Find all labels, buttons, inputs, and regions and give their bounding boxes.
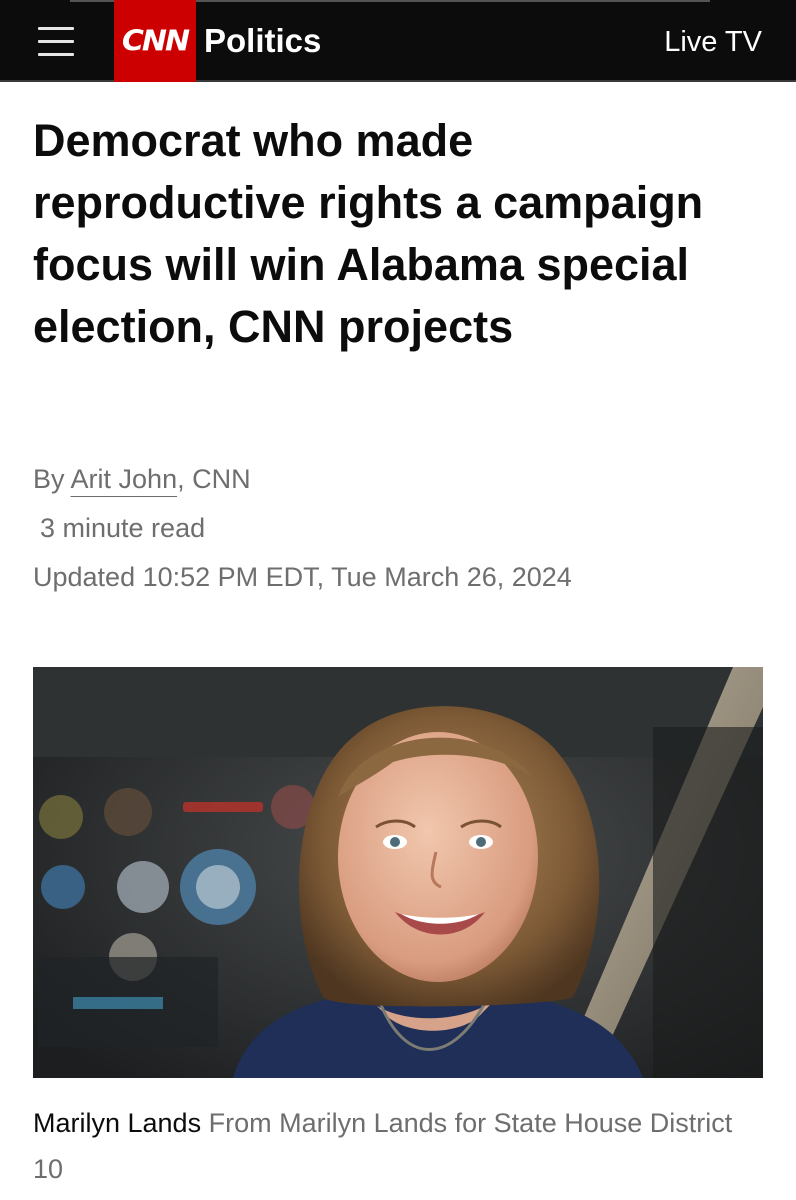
cnn-logo-text: CNN xyxy=(121,24,190,58)
updated-timestamp: Updated 10:52 PM EDT, Tue March 26, 2024 xyxy=(33,562,572,592)
byline: By Arit John, CNN xyxy=(33,464,251,495)
photo-caption: Marilyn Lands From Marilyn Lands for Sta… xyxy=(33,1100,753,1192)
byline-prefix: By xyxy=(33,464,65,494)
cnn-logo[interactable]: CNN xyxy=(114,0,196,82)
read-time: 3 minute read xyxy=(40,513,206,543)
caption-name: Marilyn Lands xyxy=(33,1108,202,1138)
photo-illustration xyxy=(33,667,763,1078)
article-photo xyxy=(33,667,763,1078)
byline-outlet: , CNN xyxy=(177,464,251,494)
live-tv-link[interactable]: Live TV xyxy=(664,22,762,62)
article-headline: Democrat who made reproductive rights a … xyxy=(33,115,704,352)
hamburger-menu-icon[interactable] xyxy=(38,26,76,56)
top-nav-bar: CNN Politics Live TV xyxy=(0,0,796,82)
author-link[interactable]: Arit John xyxy=(71,464,178,494)
section-link-politics[interactable]: Politics xyxy=(204,20,321,62)
